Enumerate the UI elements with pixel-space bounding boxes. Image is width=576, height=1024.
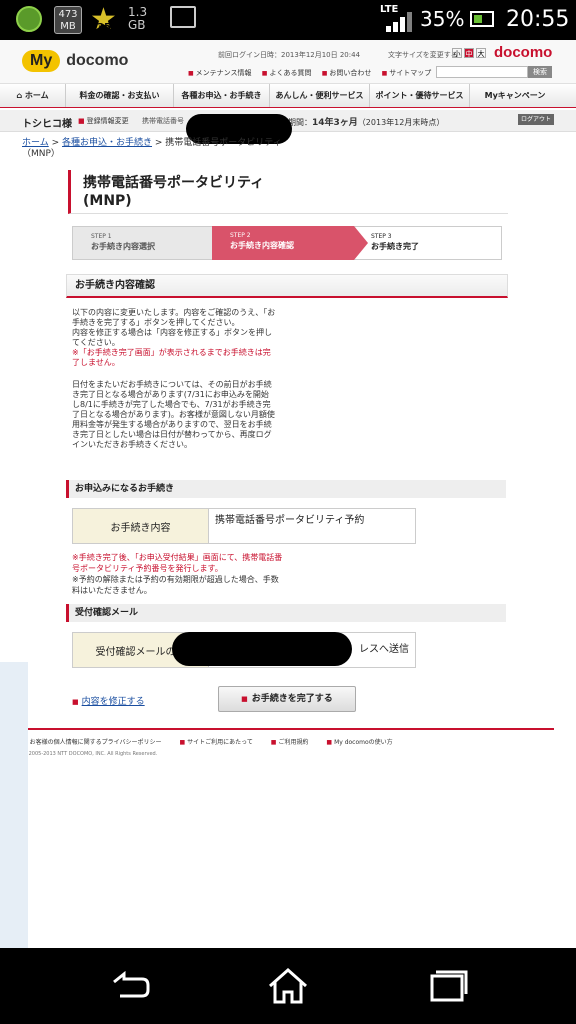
terms-of-use-link[interactable]: ご利用規約 [271, 739, 309, 746]
last-login-info: 前回ログイン日時：2013年12月10日 20:44 [218, 51, 361, 59]
confirm-section-heading: お手続き内容確認 [66, 274, 508, 298]
clock: 20:55 [506, 7, 570, 32]
image-notification-icon [170, 6, 196, 28]
page-title: 携帯電話番号ポータビリティ(MNP) [83, 175, 265, 209]
complete-button[interactable]: お手続きを完了する [218, 686, 356, 712]
step-2-current: STEP 2 お手続き内容確認 [212, 226, 354, 260]
back-icon [113, 970, 150, 998]
application-value: 携帯電話番号ポータビリティ予約 [215, 515, 365, 526]
contact-link[interactable]: お問い合わせ [322, 69, 372, 77]
status-bar: 473 MB ★ 35 1.3 GB LTE 35% 20:55 [0, 0, 576, 40]
redaction-mark [172, 632, 352, 666]
warning-text: ※「お手続き完了画面」が表示されるまでお手続きは完了しません。 [72, 348, 271, 367]
breadcrumb-separator: > [152, 138, 166, 148]
search-button[interactable]: 検索 [528, 66, 552, 78]
page-title-box: 携帯電話番号ポータビリティ(MNP) [68, 170, 508, 214]
side-panel-edge [0, 662, 28, 948]
breadcrumb-separator: > [48, 138, 62, 148]
web-page: My docomo 前回ログイン日時：2013年12月10日 20:44 文字サ… [0, 40, 576, 948]
footer-links: お客様の個人情報に関するプライバシーポリシー サイトご利用にあたって ご利用規約… [22, 737, 409, 746]
modify-link[interactable]: 内容を修正する [72, 694, 145, 707]
font-size-medium-button[interactable]: 中 [464, 48, 474, 58]
utility-links: メンテナンス情報 よくある質問 お問い合わせ サイトマップ [188, 68, 439, 78]
font-size-large-button[interactable]: 大 [476, 48, 486, 58]
recents-icon [430, 970, 468, 1002]
user-name: トシヒコ様 [22, 119, 72, 130]
confirm-instructions: 以下の内容に変更いたします。内容をご確認のうえ、「お手続きを完了する」ボタンを押… [72, 308, 276, 450]
sitemap-link[interactable]: サイトマップ [382, 69, 432, 77]
copyright: © 2005-2013 NTT DOCOMO, INC. All Rights … [22, 751, 158, 757]
email-heading: 受付確認メール [66, 604, 506, 622]
back-button[interactable] [100, 966, 160, 1006]
step-3: STEP 3 お手続き完了 [352, 226, 502, 260]
font-size-label: 文字サイズを変更する [388, 51, 458, 59]
registration-change-link[interactable]: 登録情報変更 [78, 116, 129, 126]
star-badge-icon: ★ 35 [90, 5, 120, 36]
phone-number-label: 携帯電話番号 [142, 117, 184, 125]
breadcrumb: ホーム > 各種お申込・お手続き > 携帯電話番号ポータビリティ（MNP） [22, 138, 282, 160]
mnp-note-red: ※手続き完了後、「お申込受付結果」画面にて、携帯電話番号ポータビリティ予約番号を… [72, 553, 283, 573]
step-indicator: STEP 1 お手続き内容選択 STEP 3 お手続き完了 STEP 2 お手続… [72, 226, 502, 260]
faq-link[interactable]: よくある質問 [262, 69, 312, 77]
instruction-text: 以下の内容に変更いたします。内容をご確認のうえ、「お手続きを完了する」ボタンを押… [72, 308, 276, 327]
breadcrumb-section[interactable]: 各種お申込・お手続き [62, 138, 152, 148]
step-2-label: お手続き内容確認 [230, 241, 294, 250]
main-nav: ⌂ ホーム 料金の確認・お支払い 各種お申込・お手続き あんしん・便利サービス … [0, 84, 576, 108]
step-1: STEP 1 お手続き内容選択 [72, 226, 222, 260]
site-terms-link[interactable]: サイトご利用にあたって [179, 739, 252, 746]
nav-points[interactable]: ポイント・優待サービス [370, 84, 470, 107]
battery-percent: 35% [420, 7, 465, 31]
step-3-label: お手続き完了 [371, 242, 419, 251]
fee-note: ※予約の解除または予約の有効期限が超過した場合、手数料はいただきません。 [72, 575, 279, 595]
application-table: お手続き内容 携帯電話番号ポータビリティ予約 [72, 508, 416, 544]
battery-icon [470, 11, 494, 27]
signal-icon [386, 12, 412, 32]
star-badge-count: 35 [97, 22, 111, 33]
application-label: お手続き内容 [73, 509, 209, 543]
date-notice-text: 日付をまたいだお手続きについては、その前日がお手続き完了日となる場合があります(… [72, 380, 275, 449]
nav-billing[interactable]: 料金の確認・お支払い [66, 84, 174, 107]
home-icon: ⌂ [16, 91, 23, 100]
step-2-number: STEP 2 [230, 232, 251, 239]
term-value: 14年3ヶ月 [312, 118, 358, 128]
data-usage-text: 473 MB [58, 9, 78, 32]
logo-my: My [22, 50, 61, 72]
step-3-number: STEP 3 [371, 233, 392, 240]
step-1-number: STEP 1 [91, 233, 112, 240]
privacy-policy-link[interactable]: お客様の個人情報に関するプライバシーポリシー [22, 739, 162, 746]
step-arrow [354, 226, 368, 260]
nav-home[interactable]: ⌂ ホーム [0, 84, 66, 107]
docomo-brand-logo[interactable]: docomo [494, 44, 552, 61]
home-button[interactable] [258, 966, 318, 1006]
data-usage-icon: 473 MB [54, 6, 82, 34]
site-header: My docomo 前回ログイン日時：2013年12月10日 20:44 文字サ… [0, 40, 576, 84]
nav-applications[interactable]: 各種お申込・お手続き [174, 84, 270, 107]
footer-divider [22, 728, 554, 730]
term-suffix: （2013年12月末時点） [357, 118, 445, 127]
nav-campaign[interactable]: Myキャンペーン [470, 84, 560, 107]
nav-services[interactable]: あんしん・便利サービス [270, 84, 370, 107]
modify-instruction-text: 内容を修正する場合は「内容を修正する」ボタンを押してください。 [72, 328, 272, 347]
logout-button[interactable]: ログアウト [518, 114, 554, 125]
my-docomo-logo[interactable]: My docomo [22, 48, 128, 74]
application-heading: お申込みになるお手続き [66, 480, 506, 498]
search-input[interactable] [436, 66, 528, 78]
step-1-label: お手続き内容選択 [91, 242, 155, 251]
recents-button[interactable] [418, 966, 478, 1006]
how-to-use-link[interactable]: My docomoの使い方 [326, 739, 392, 746]
logo-docomo: docomo [66, 52, 129, 69]
maintenance-link[interactable]: メンテナンス情報 [188, 69, 252, 77]
font-size-small-button[interactable]: 小 [452, 48, 462, 58]
application-notes: ※手続き完了後、「お申込受付結果」画面にて、携帯電話番号ポータビリティ予約番号を… [72, 552, 286, 596]
android-nav-bar [0, 948, 576, 1024]
home-icon [269, 967, 307, 1004]
nav-home-label: ホーム [24, 91, 49, 100]
contract-term: 期間：14年3ヶ月（2013年12月末時点） [288, 115, 444, 128]
storage-indicator: 1.3 GB [128, 5, 148, 32]
app-notification-icon [16, 6, 42, 32]
breadcrumb-home[interactable]: ホーム [22, 138, 49, 148]
